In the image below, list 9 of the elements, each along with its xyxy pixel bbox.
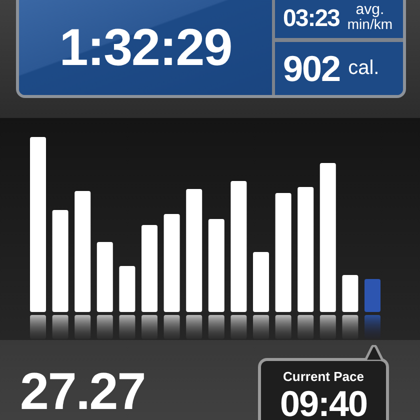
current-pace-label: Current Pace — [283, 369, 364, 384]
avg-label: avg. — [356, 2, 384, 16]
calories-unit: cal. — [348, 57, 380, 80]
current-pace-value: 09:40 — [280, 384, 368, 420]
avg-pace-value: 03:23 — [283, 5, 340, 33]
distance-value: 27.27 — [20, 366, 146, 418]
duration-value: 1:32:29 — [59, 18, 232, 78]
calories-value: 902 — [283, 48, 340, 90]
pace-unit: min/km — [347, 16, 393, 30]
